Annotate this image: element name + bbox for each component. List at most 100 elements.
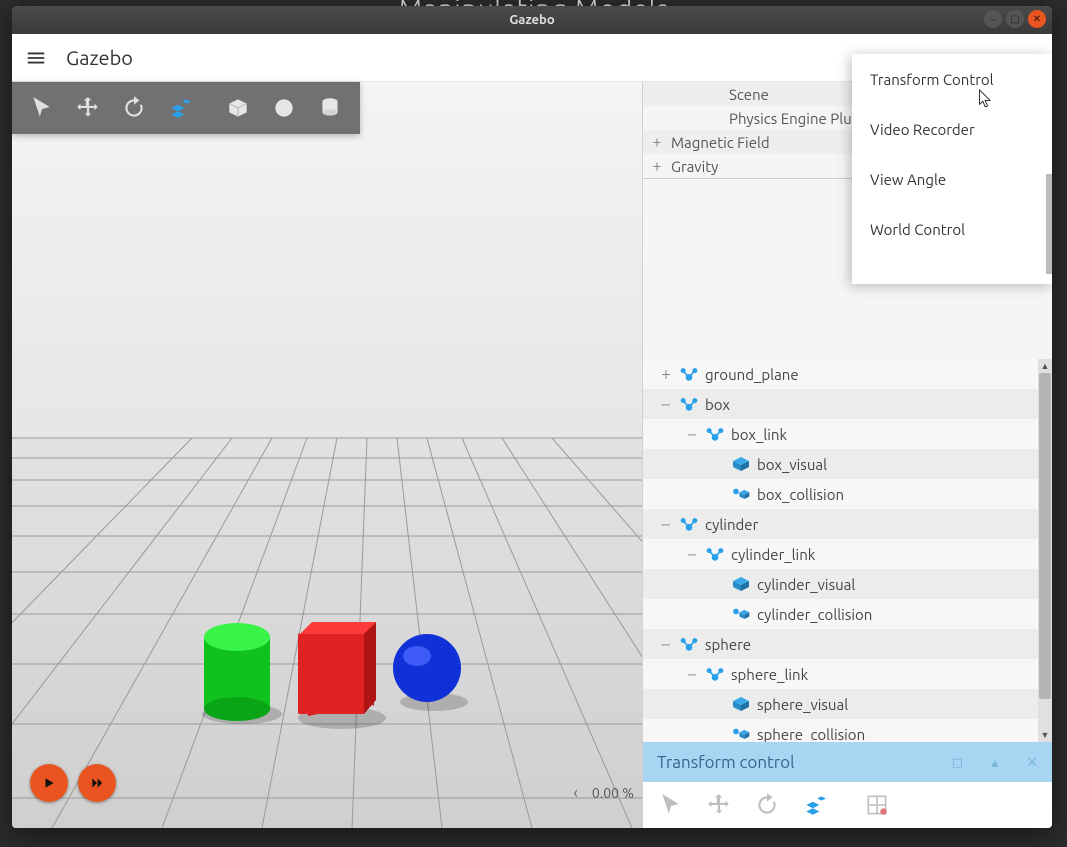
tool-scale[interactable] [158, 86, 202, 130]
app-title: Gazebo [66, 46, 133, 69]
entity-row[interactable]: − cylinder [643, 509, 1052, 539]
visual-icon [731, 576, 751, 592]
plugin-menu[interactable]: Transform ControlVideo RecorderView Angl… [852, 54, 1052, 284]
world-tree-label: Scene [729, 86, 769, 103]
collision-icon [731, 486, 751, 502]
expander-icon[interactable]: − [659, 637, 673, 651]
window-close-button[interactable]: ✕ [1028, 10, 1046, 28]
tool-rotate[interactable] [112, 86, 156, 130]
entity-label: box_visual [757, 456, 827, 473]
expander-icon[interactable]: − [685, 547, 699, 561]
window-maximize-button[interactable]: ▢ [1006, 10, 1024, 28]
link-icon [705, 546, 725, 562]
tool-translate[interactable] [66, 86, 110, 130]
transform-control-title: Transform control [657, 753, 795, 772]
entity-row[interactable]: box_collision [643, 479, 1052, 509]
window-titlebar[interactable]: Gazebo – ▢ ✕ [12, 6, 1052, 34]
expander-icon[interactable]: − [659, 517, 673, 531]
entity-row[interactable]: sphere_collision [643, 719, 1052, 742]
entity-label: sphere_visual [757, 696, 848, 713]
tc-tool-translate[interactable] [697, 783, 741, 827]
entity-row[interactable]: + ground_plane [643, 359, 1052, 389]
world-tree-label: Physics Engine Plugin [729, 110, 873, 127]
tool-insert-sphere[interactable] [262, 86, 306, 130]
world-tree-label: Magnetic Field [671, 134, 770, 151]
entity-label: box_collision [757, 486, 844, 503]
scene-sphere[interactable] [393, 634, 461, 702]
model-icon [679, 396, 699, 412]
expander-icon[interactable]: − [685, 427, 699, 441]
entity-label: cylinder [705, 516, 758, 533]
transform-control-titlebar[interactable]: Transform control ◻ ▴ ✕ [643, 742, 1052, 782]
plugin-menu-item[interactable]: Video Recorder [852, 104, 1052, 154]
scene-cylinder[interactable] [204, 623, 270, 721]
entity-label: box_link [731, 426, 787, 443]
entity-row[interactable]: sphere_visual [643, 689, 1052, 719]
step-button[interactable] [78, 764, 116, 802]
entity-tree-scrollbar[interactable]: ▲ ▼ [1038, 359, 1052, 742]
menu-button[interactable] [12, 34, 60, 82]
viewport-3d[interactable]: ‹ 0.00 % [12, 82, 642, 828]
entity-label: cylinder_visual [757, 576, 855, 593]
tc-tool-scale[interactable] [793, 783, 837, 827]
link-icon [705, 426, 725, 442]
hamburger-icon [25, 47, 47, 69]
expander-icon[interactable]: − [685, 667, 699, 681]
entity-row[interactable]: cylinder_collision [643, 599, 1052, 629]
tool-insert-cylinder[interactable] [308, 86, 352, 130]
progress-back-icon[interactable]: ‹ [573, 784, 578, 802]
entity-label: ground_plane [705, 366, 799, 383]
plugin-menu-item[interactable]: View Angle [852, 154, 1052, 204]
entity-label: sphere_collision [757, 726, 865, 743]
entity-label: sphere [705, 636, 751, 653]
visual-icon [731, 456, 751, 472]
window-title: Gazebo [509, 13, 554, 27]
world-tree-label: Gravity [671, 158, 718, 175]
tc-collapse-icon[interactable]: ▴ [991, 754, 998, 771]
progress-text: 0.00 % [592, 785, 634, 801]
tool-insert-box[interactable] [216, 86, 260, 130]
playback-controls [30, 764, 116, 802]
entity-row[interactable]: − sphere [643, 629, 1052, 659]
tc-tool-select[interactable] [649, 783, 693, 827]
expander-icon[interactable]: + [659, 367, 673, 381]
transform-control-toolbar [643, 782, 1052, 828]
visual-icon [731, 696, 751, 712]
entity-label: box [705, 396, 730, 413]
model-icon [679, 516, 699, 532]
model-icon [679, 366, 699, 382]
plugin-menu-item[interactable]: Transform Control [852, 54, 1052, 104]
entity-row[interactable]: cylinder_visual [643, 569, 1052, 599]
entity-row[interactable]: − box [643, 389, 1052, 419]
play-button[interactable] [30, 764, 68, 802]
expander-icon[interactable]: + [651, 136, 663, 148]
tc-close-icon[interactable]: ✕ [1026, 754, 1038, 771]
app-window: Gazebo – ▢ ✕ Gazebo [12, 6, 1052, 828]
scroll-thumb[interactable] [1039, 373, 1051, 699]
tc-tool-rotate[interactable] [745, 783, 789, 827]
scroll-up-icon[interactable]: ▲ [1038, 359, 1052, 373]
tc-tool-snap[interactable] [855, 783, 899, 827]
entity-row[interactable]: − cylinder_link [643, 539, 1052, 569]
collision-icon [731, 606, 751, 622]
scene-box[interactable] [298, 622, 376, 716]
main-toolbar [12, 82, 360, 134]
tool-select[interactable] [20, 86, 64, 130]
scroll-down-icon[interactable]: ▼ [1038, 728, 1052, 742]
plugin-menu-item[interactable]: World Control [852, 204, 1052, 254]
entity-tree[interactable]: ▲ ▼ +ground_plane−box−box_linkbox_visual… [643, 359, 1052, 742]
expander-icon[interactable]: − [659, 397, 673, 411]
entity-label: cylinder_collision [757, 606, 872, 623]
window-minimize-button[interactable]: – [984, 10, 1002, 28]
entity-row[interactable]: − sphere_link [643, 659, 1052, 689]
progress-indicator: ‹ 0.00 % [573, 784, 634, 802]
entity-row[interactable]: − box_link [643, 419, 1052, 449]
tc-dock-icon[interactable]: ◻ [952, 754, 964, 771]
link-icon [705, 666, 725, 682]
background-code [0, 110, 8, 810]
entity-label: cylinder_link [731, 546, 815, 563]
entity-row[interactable]: box_visual [643, 449, 1052, 479]
scene-shapes [12, 82, 642, 828]
entity-label: sphere_link [731, 666, 808, 683]
expander-icon[interactable]: + [651, 160, 663, 172]
